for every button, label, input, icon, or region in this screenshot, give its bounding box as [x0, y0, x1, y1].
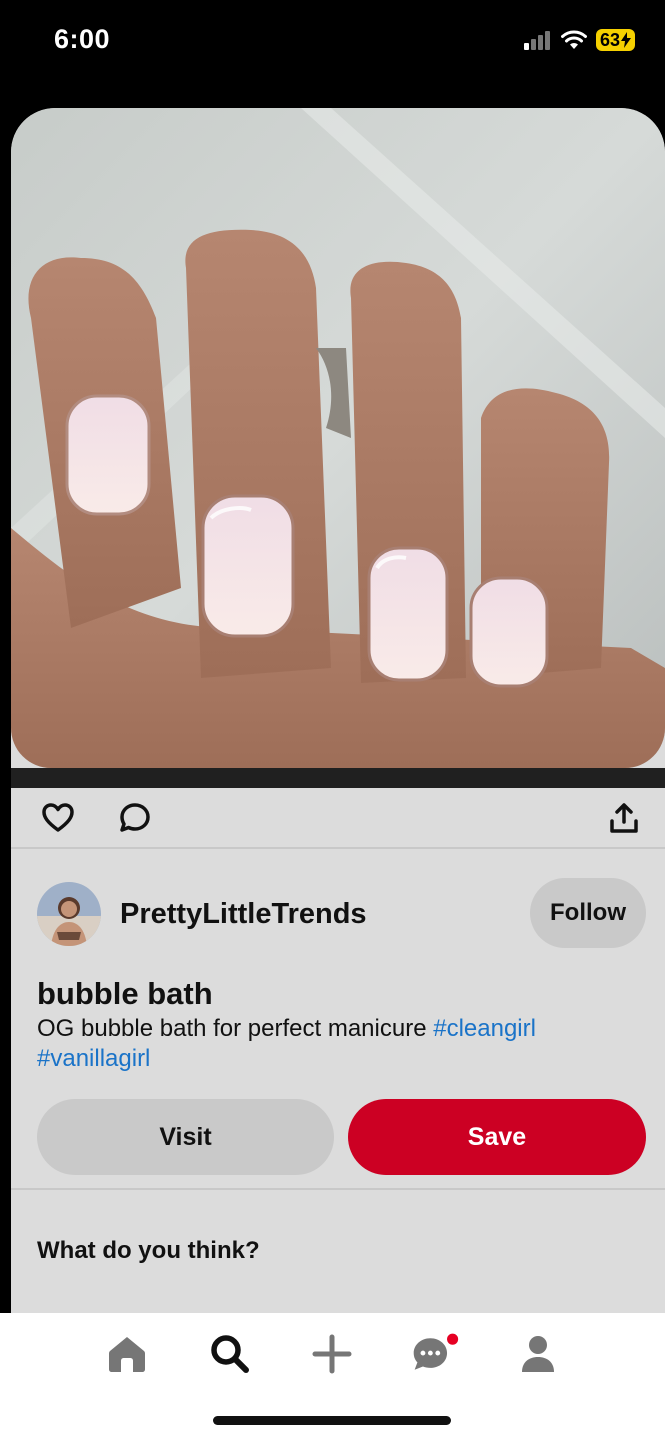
- status-icons: 63: [523, 28, 635, 52]
- creator-avatar[interactable]: [37, 882, 101, 946]
- comment-icon[interactable]: [113, 796, 157, 840]
- share-icon[interactable]: [602, 796, 646, 840]
- search-icon[interactable]: [205, 1329, 255, 1379]
- wifi-icon: [560, 30, 587, 49]
- bottom-tab-bar: [0, 1313, 665, 1440]
- home-indicator: [213, 1416, 451, 1425]
- charging-icon: [621, 32, 631, 48]
- save-button[interactable]: Save: [348, 1099, 646, 1175]
- image-bottom-strip: [11, 768, 665, 788]
- battery-indicator: 63: [595, 29, 635, 51]
- follow-button[interactable]: Follow: [530, 878, 646, 948]
- notification-dot: [447, 1333, 459, 1345]
- pin-actions: [11, 788, 665, 850]
- pin-description: OG bubble bath for perfect manicure #cle…: [37, 1014, 637, 1074]
- creator-row: PrettyLittleTrends Follow: [11, 878, 665, 950]
- messages-icon[interactable]: [410, 1329, 460, 1379]
- battery-level: 63: [599, 30, 620, 50]
- pin-card: PrettyLittleTrends Follow bubble bath OG…: [11, 108, 665, 1313]
- divider: [11, 1188, 665, 1190]
- signal-icon: [523, 31, 550, 50]
- status-time: 6:00: [54, 24, 111, 54]
- plus-icon[interactable]: [307, 1329, 357, 1379]
- nail-photo: [11, 108, 665, 768]
- hashtag-link[interactable]: #cleangirl: [433, 1015, 536, 1042]
- hashtag-link[interactable]: #vanillagirl: [37, 1045, 150, 1072]
- profile-icon[interactable]: [513, 1329, 563, 1379]
- status-bar: 6:00 63: [0, 0, 665, 80]
- comment-prompt[interactable]: What do you think?: [37, 1237, 260, 1265]
- heart-icon[interactable]: [36, 796, 80, 840]
- visit-button[interactable]: Visit: [37, 1099, 334, 1175]
- pin-image[interactable]: [11, 108, 665, 768]
- divider: [11, 847, 665, 849]
- creator-name[interactable]: PrettyLittleTrends: [120, 898, 367, 931]
- home-icon[interactable]: [102, 1329, 152, 1379]
- pin-description-text: OG bubble bath for perfect manicure: [37, 1015, 434, 1042]
- pin-title: bubble bath: [37, 976, 213, 1011]
